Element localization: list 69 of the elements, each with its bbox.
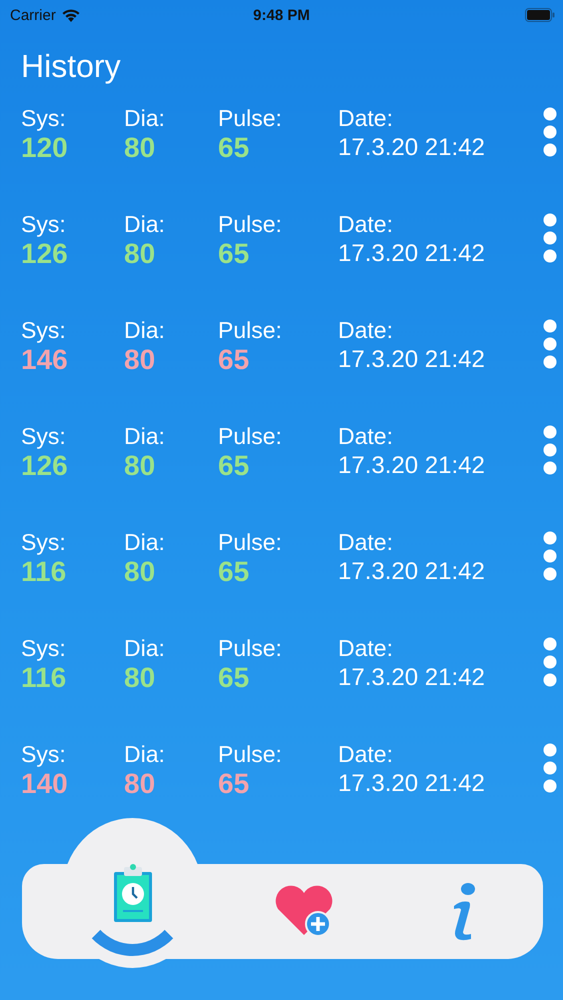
sys-value: 126: [21, 450, 68, 482]
dia-value: 80: [124, 768, 156, 800]
dia-value: 80: [124, 556, 156, 588]
date-value: 17.3.20 21:42: [338, 133, 485, 163]
date-value: 17.3.20 21:42: [338, 451, 485, 481]
date-label: Date:: [338, 528, 393, 556]
date-value: 17.3.20 21:42: [338, 557, 485, 587]
date-value: 17.3.20 21:42: [338, 345, 485, 375]
status-time: 9:48 PM: [253, 6, 310, 24]
sys-label: Sys:: [21, 210, 66, 238]
date-label: Date:: [338, 316, 393, 344]
carrier-label: Carrier: [10, 6, 56, 24]
pulse-value: 65: [218, 768, 250, 800]
pulse-value: 65: [218, 344, 250, 376]
pulse-label: Pulse:: [218, 104, 282, 132]
dia-label: Dia:: [124, 316, 165, 344]
pulse-value: 65: [218, 662, 250, 694]
sys-value: 126: [21, 238, 68, 270]
date-value: 17.3.20 21:42: [338, 769, 485, 799]
pulse-value: 65: [218, 556, 250, 588]
pulse-label: Pulse:: [218, 210, 282, 238]
dia-label: Dia:: [124, 210, 165, 238]
sys-label: Sys:: [21, 528, 66, 556]
dia-value: 80: [124, 662, 156, 694]
date-label: Date:: [338, 740, 393, 768]
sys-value: 116: [21, 662, 66, 694]
dia-value: 80: [124, 238, 156, 270]
dia-value: 80: [124, 450, 156, 482]
sys-label: Sys:: [21, 422, 66, 450]
sys-value: 146: [21, 344, 68, 376]
pulse-label: Pulse:: [218, 528, 282, 556]
more-icon[interactable]: [543, 531, 557, 581]
dia-label: Dia:: [124, 740, 165, 768]
pulse-value: 65: [218, 132, 250, 164]
date-label: Date:: [338, 210, 393, 238]
sys-label: Sys:: [21, 104, 66, 132]
pulse-label: Pulse:: [218, 316, 282, 344]
date-value: 17.3.20 21:42: [338, 239, 485, 269]
date-value: 17.3.20 21:42: [338, 663, 485, 693]
pulse-label: Pulse:: [218, 422, 282, 450]
page-title: History: [21, 47, 122, 86]
more-icon[interactable]: [543, 743, 557, 793]
sys-value: 116: [21, 556, 66, 588]
more-icon[interactable]: [543, 425, 557, 475]
dia-value: 80: [124, 344, 156, 376]
dia-label: Dia:: [124, 528, 165, 556]
sys-label: Sys:: [21, 316, 66, 344]
sys-value: 140: [21, 768, 68, 800]
dia-label: Dia:: [124, 104, 165, 132]
pulse-label: Pulse:: [218, 740, 282, 768]
more-icon[interactable]: [543, 107, 557, 157]
date-label: Date:: [338, 634, 393, 662]
sys-value: 120: [21, 132, 68, 164]
sys-label: Sys:: [21, 740, 66, 768]
pulse-value: 65: [218, 238, 250, 270]
battery-icon: [525, 8, 555, 22]
wifi-icon: [60, 8, 81, 22]
more-icon[interactable]: [543, 319, 557, 369]
sys-label: Sys:: [21, 634, 66, 662]
date-label: Date:: [338, 422, 393, 450]
pulse-value: 65: [218, 450, 250, 482]
more-icon[interactable]: [543, 213, 557, 263]
pulse-label: Pulse:: [218, 634, 282, 662]
clipboard-clock-icon: [112, 864, 153, 922]
dia-label: Dia:: [124, 422, 165, 450]
dia-value: 80: [124, 132, 156, 164]
dia-label: Dia:: [124, 634, 165, 662]
date-label: Date:: [338, 104, 393, 132]
more-icon[interactable]: [543, 637, 557, 687]
